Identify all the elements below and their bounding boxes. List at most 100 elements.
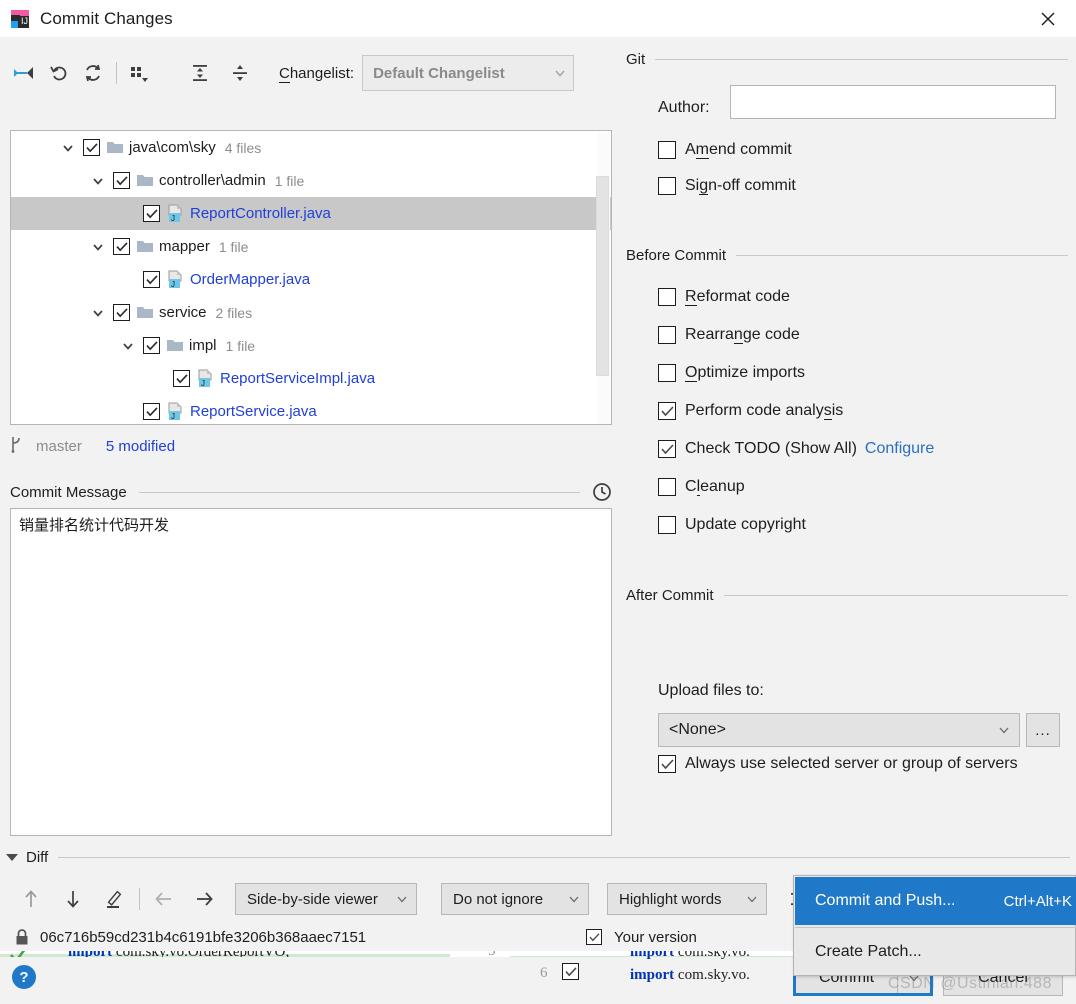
tree-row[interactable]: J OrderMapper.java xyxy=(11,263,611,296)
expand-all-icon[interactable] xyxy=(183,56,217,90)
checkbox-box xyxy=(586,929,602,945)
window-title: Commit Changes xyxy=(40,9,173,29)
svg-text:J: J xyxy=(201,379,205,388)
modified-count[interactable]: 5 modified xyxy=(106,438,175,455)
tree-row[interactable]: JReportController.java xyxy=(11,197,611,230)
tree-row[interactable]: java\com\sky4 files xyxy=(11,131,611,164)
check-todo-checkbox[interactable]: Check TODO (Show All) Configure xyxy=(658,440,934,458)
tree-row-checkbox[interactable] xyxy=(83,139,100,156)
refresh-icon[interactable] xyxy=(76,56,110,90)
reformat-code-checkbox[interactable]: Reformat code xyxy=(658,288,790,306)
tree-row[interactable]: controller\admin1 file xyxy=(11,164,611,197)
accept-right-icon[interactable] xyxy=(187,882,221,916)
help-button[interactable]: ? xyxy=(12,965,36,989)
menu-item-label: Commit and Push... xyxy=(815,892,956,910)
optimize-imports-label: Optimize imports xyxy=(685,364,805,382)
menu-separator xyxy=(795,927,1076,928)
tree-scrollbar-thumb[interactable] xyxy=(596,176,609,376)
intellij-idea-icon: IJ xyxy=(10,9,30,29)
checkbox-box xyxy=(658,440,676,458)
left-panel: Changelist: Default Changelist java\com\… xyxy=(0,37,620,957)
diff-section-header[interactable]: Diff xyxy=(6,847,1070,867)
tree-scrollbar-track[interactable] xyxy=(597,132,610,425)
close-icon[interactable] xyxy=(1020,0,1076,37)
tree-row-label: ReportService.java xyxy=(190,403,317,420)
highlight-mode-dropdown[interactable]: Highlight words xyxy=(607,883,767,915)
amend-commit-checkbox[interactable]: Amend commit xyxy=(658,141,792,159)
cleanup-checkbox[interactable]: Cleanup xyxy=(658,478,745,496)
tree-row-checkbox[interactable] xyxy=(143,403,160,420)
chevron-down-icon[interactable] xyxy=(89,240,107,254)
edit-source-icon[interactable] xyxy=(98,882,132,916)
upload-files-label: Upload files to: xyxy=(658,682,764,700)
collapse-all-icon[interactable] xyxy=(223,56,257,90)
next-difference-icon[interactable] xyxy=(56,882,90,916)
chevron-down-icon[interactable] xyxy=(59,141,77,155)
title-bar: IJ Commit Changes xyxy=(0,0,1076,37)
tree-row-checkbox[interactable] xyxy=(173,370,190,387)
chevron-down-icon[interactable] xyxy=(89,174,107,188)
tree-row-checkbox[interactable] xyxy=(113,304,130,321)
changelist-mnemonic: C xyxy=(279,65,290,83)
diff-accept-checkbox[interactable] xyxy=(562,963,579,980)
changed-files-tree[interactable]: java\com\sky4 filescontroller\admin1 fil… xyxy=(10,130,612,425)
tree-row-checkbox[interactable] xyxy=(143,337,160,354)
changelist-label: Changelist: xyxy=(279,65,354,82)
git-section-header: Git xyxy=(626,49,1068,69)
accept-left-icon[interactable] xyxy=(147,882,181,916)
upload-server-dropdown[interactable]: <None> xyxy=(658,713,1020,747)
tree-row-label: OrderMapper.java xyxy=(190,271,310,288)
tree-row[interactable]: J ReportService.java xyxy=(11,395,611,425)
previous-difference-icon[interactable] xyxy=(14,882,48,916)
tree-row-checkbox[interactable] xyxy=(143,205,160,222)
menu-item-commit-and-push[interactable]: Commit and Push... Ctrl+Alt+K xyxy=(795,877,1076,925)
your-version-checkbox[interactable]: Your version xyxy=(586,929,697,946)
java-file-icon: J xyxy=(166,270,185,289)
sign-off-commit-checkbox[interactable]: Sign-off commit xyxy=(658,177,796,195)
menu-item-label: Create Patch... xyxy=(815,943,922,961)
update-copyright-checkbox[interactable]: Update copyright xyxy=(658,516,806,534)
triangle-down-icon[interactable] xyxy=(6,854,18,861)
tree-row-checkbox[interactable] xyxy=(113,238,130,255)
author-input[interactable] xyxy=(730,85,1056,119)
sign-off-commit-label: Sign-off commit xyxy=(685,177,796,195)
changelist-dropdown[interactable]: Default Changelist xyxy=(362,55,574,91)
java-file-icon: J xyxy=(166,402,185,421)
chevron-down-icon xyxy=(553,66,567,80)
changelist-label-rest: hangelist: xyxy=(290,65,354,82)
chevron-down-icon[interactable] xyxy=(89,306,107,320)
java-file-icon: J xyxy=(196,369,215,388)
commit-message-input[interactable] xyxy=(10,508,612,836)
always-use-server-checkbox[interactable]: Always use selected server or group of s… xyxy=(658,755,1018,773)
checkbox-box xyxy=(658,516,676,534)
tree-row[interactable]: mapper1 file xyxy=(11,230,611,263)
perform-code-analysis-checkbox[interactable]: Perform code analysis xyxy=(658,402,843,420)
highlight-mode-value: Highlight words xyxy=(619,891,722,908)
diff-section-title: Diff xyxy=(26,849,48,866)
reformat-code-label: Reformat code xyxy=(685,288,790,306)
optimize-imports-checkbox[interactable]: Optimize imports xyxy=(658,364,805,382)
tree-row[interactable]: impl1 file xyxy=(11,329,611,362)
diff-right-keyword-1: import xyxy=(630,967,674,983)
viewer-mode-dropdown[interactable]: Side-by-side viewer xyxy=(235,883,417,915)
chevron-down-icon xyxy=(997,723,1011,737)
upload-server-browse-button[interactable]: ... xyxy=(1026,713,1060,747)
checkbox-box xyxy=(658,326,676,344)
show-diff-icon[interactable] xyxy=(8,56,42,90)
revert-icon[interactable] xyxy=(42,56,76,90)
clock-history-icon[interactable] xyxy=(592,482,612,502)
ignore-mode-value: Do not ignore xyxy=(453,891,543,908)
tree-row-checkbox[interactable] xyxy=(143,271,160,288)
tree-row[interactable]: JReportServiceImpl.java xyxy=(11,362,611,395)
tree-row-checkbox[interactable] xyxy=(113,172,130,189)
rearrange-code-checkbox[interactable]: Rearrange code xyxy=(658,326,800,344)
chevron-down-icon[interactable] xyxy=(119,339,137,353)
group-by-icon[interactable] xyxy=(123,56,157,90)
chevron-down-icon xyxy=(395,892,409,906)
tree-row[interactable]: service2 files xyxy=(11,296,611,329)
configure-todo-link[interactable]: Configure xyxy=(865,440,934,458)
section-rule xyxy=(58,857,1070,858)
ignore-mode-dropdown[interactable]: Do not ignore xyxy=(441,883,589,915)
svg-text:J: J xyxy=(171,412,175,421)
menu-item-create-patch[interactable]: Create Patch... xyxy=(795,929,1076,975)
